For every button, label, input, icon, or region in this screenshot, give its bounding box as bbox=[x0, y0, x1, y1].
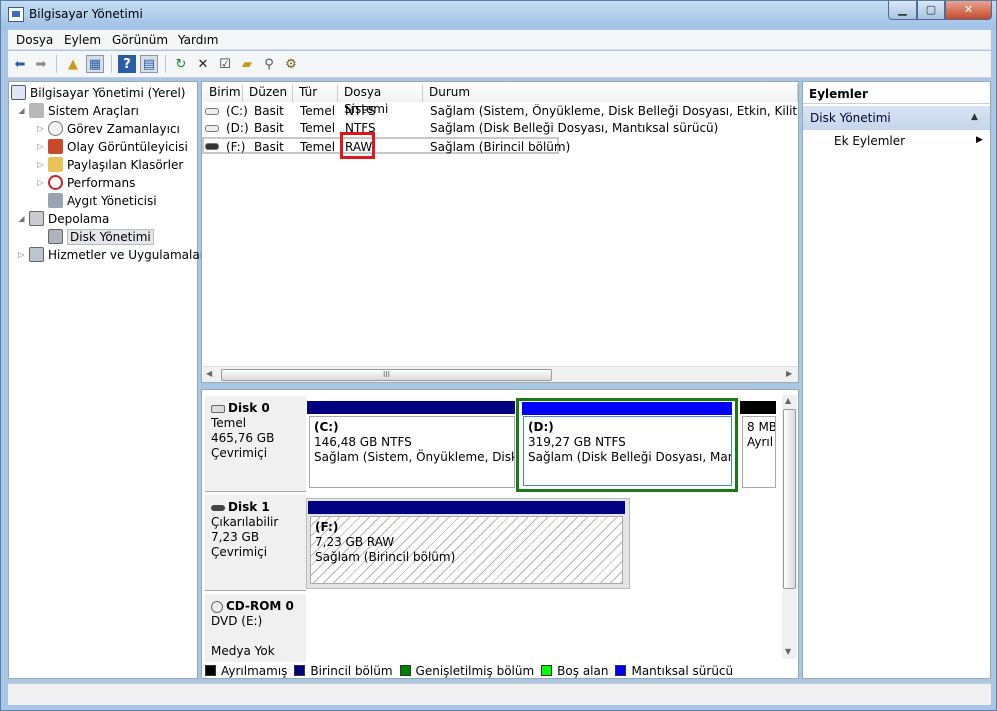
actions-title: Eylemler bbox=[803, 82, 990, 104]
menu-yardim[interactable]: Yardım bbox=[178, 33, 218, 47]
menu-gorunum[interactable]: Görünüm bbox=[112, 33, 168, 47]
up-folder-icon[interactable]: ▲ bbox=[64, 55, 82, 73]
actions-pane: Eylemler Disk Yönetimi ▲ Ek Eylemler ▶ bbox=[802, 81, 991, 679]
computer-management-icon bbox=[8, 7, 24, 22]
performance-icon bbox=[48, 175, 63, 190]
volume-list: Birim Düzen Tür Dosya Sistemi Durum (C:)… bbox=[201, 81, 799, 383]
properties-icon[interactable]: ☑ bbox=[216, 55, 234, 73]
close-button[interactable]: ✕ bbox=[945, 1, 992, 20]
disk-settings-icon[interactable]: ⚙ bbox=[282, 55, 300, 73]
tree-item-performans[interactable]: ▷ Performans bbox=[36, 174, 135, 191]
computer-icon bbox=[11, 85, 26, 100]
window-title: Bilgisayar Yönetimi bbox=[29, 7, 143, 21]
legend-item: Ayrılmamış bbox=[205, 664, 287, 678]
scroll-left-icon[interactable]: ◀ bbox=[206, 369, 212, 378]
disk-0-label[interactable]: Disk 0 Temel 465,76 GB Çevrimiçi bbox=[205, 396, 306, 492]
menu-eylem[interactable]: Eylem bbox=[64, 33, 101, 47]
forward-arrow-icon[interactable]: ➡ bbox=[32, 55, 50, 73]
tree-item-depolama[interactable]: ◢ Depolama bbox=[17, 210, 109, 227]
legend-item: Genişletilmiş bölüm bbox=[399, 664, 534, 678]
scroll-thumb[interactable]: III bbox=[221, 369, 552, 381]
volume-icon bbox=[205, 125, 219, 132]
event-viewer-icon bbox=[48, 139, 63, 154]
collapse-icon[interactable]: ◢ bbox=[17, 214, 26, 223]
expand-icon[interactable]: ▷ bbox=[36, 124, 45, 133]
tree-item-gorev[interactable]: ▷ Görev Zamanlayıcı bbox=[36, 120, 180, 137]
tree-item-olay[interactable]: ▷ Olay Görüntüleyicisi bbox=[36, 138, 188, 155]
table-row[interactable]: (D:) Basit Temel NTFS Sağlam (Disk Belle… bbox=[203, 120, 798, 137]
menu-bar: Dosya Eylem Görünüm Yardım bbox=[8, 30, 991, 50]
collapse-up-icon[interactable]: ▲ bbox=[971, 112, 978, 122]
delete-icon[interactable]: ✕ bbox=[194, 55, 212, 73]
table-row[interactable]: (C:) Basit Temel NTFS Sağlam (Sistem, Ön… bbox=[203, 103, 798, 120]
volume-icon bbox=[205, 108, 219, 115]
tools-icon bbox=[29, 103, 44, 118]
expand-icon[interactable]: ▷ bbox=[36, 160, 45, 169]
scroll-thumb[interactable] bbox=[783, 409, 796, 589]
open-folder-icon[interactable]: ▰ bbox=[238, 55, 256, 73]
console-tree: Bilgisayar Yönetimi (Yerel) ◢ Sistem Ara… bbox=[8, 81, 205, 679]
clock-icon bbox=[48, 121, 63, 136]
removable-volume-icon bbox=[205, 143, 219, 150]
table-row-selected[interactable]: (F:) Basit Temel RAW Sağlam (Birincil bö… bbox=[202, 137, 570, 154]
storage-icon bbox=[29, 211, 44, 226]
cdrom-0-label[interactable]: CD-ROM 0 DVD (E:) Medya Yok bbox=[205, 594, 306, 662]
tree-item-disk-yonetimi[interactable]: Disk Yönetimi bbox=[48, 228, 154, 245]
submenu-arrow-icon[interactable]: ▶ bbox=[976, 135, 983, 145]
horizontal-scrollbar[interactable]: ◀ III ▶ bbox=[203, 366, 798, 382]
action-ek-eylemler[interactable]: Ek Eylemler bbox=[834, 134, 905, 148]
disk-icon bbox=[48, 229, 63, 244]
refresh-icon[interactable]: ↻ bbox=[172, 55, 190, 73]
removable-disk-icon bbox=[211, 504, 225, 511]
partition-f[interactable]: (F:) 7,23 GB RAW Sağlam (Birincil bölüm) bbox=[310, 516, 623, 584]
col-dosya-sistemi[interactable]: Dosya Sistemi bbox=[338, 84, 423, 116]
console-tree-icon[interactable]: ▦ bbox=[86, 55, 104, 73]
tree-item-sistem[interactable]: ◢ Sistem Araçları bbox=[17, 102, 139, 119]
partition-c[interactable]: (C:) 146,48 GB NTFS Sağlam (Sistem, Önyü… bbox=[309, 416, 515, 488]
maximize-button[interactable]: ▢ bbox=[917, 1, 945, 20]
scroll-up-icon[interactable]: ▲ bbox=[785, 396, 791, 405]
legend-item: Boş alan bbox=[541, 664, 608, 678]
tree-item-paylasilan[interactable]: ▷ Paylaşılan Klasörler bbox=[36, 156, 183, 173]
vertical-scrollbar[interactable]: ▲ ▼ bbox=[782, 395, 797, 659]
menu-dosya[interactable]: Dosya bbox=[16, 33, 53, 47]
toolbar: ⬅ ➡ ▲ ▦ ? ▤ ↻ ✕ ☑ ▰ ⚲ ⚙ bbox=[8, 51, 991, 78]
main-window: Bilgisayar Yönetimi ▁ ▢ ✕ Dosya Eylem Gö… bbox=[0, 0, 997, 711]
scroll-right-icon[interactable]: ▶ bbox=[786, 369, 792, 378]
title-bar[interactable]: Bilgisayar Yönetimi ▁ ▢ ✕ bbox=[1, 1, 996, 29]
col-birim[interactable]: Birim bbox=[203, 84, 243, 102]
scroll-down-icon[interactable]: ▼ bbox=[785, 647, 791, 656]
partition-d[interactable]: (D:) 319,27 GB NTFS Sağlam (Disk Belleği… bbox=[523, 416, 732, 486]
raw-highlight-box bbox=[340, 132, 375, 159]
legend-item: Birincil bölüm bbox=[294, 664, 393, 678]
collapse-icon[interactable]: ◢ bbox=[17, 106, 26, 115]
back-arrow-icon[interactable]: ⬅ bbox=[11, 55, 29, 73]
minimize-button[interactable]: ▁ bbox=[888, 1, 917, 20]
action-pane-icon[interactable]: ▤ bbox=[140, 55, 158, 73]
col-duzen[interactable]: Düzen bbox=[243, 84, 293, 102]
status-bar bbox=[8, 683, 991, 705]
device-manager-icon bbox=[48, 193, 63, 208]
legend-item: Mantıksal sürücü bbox=[615, 664, 733, 678]
tree-item-aygit[interactable]: Aygıt Yöneticisi bbox=[48, 192, 157, 209]
search-icon[interactable]: ⚲ bbox=[260, 55, 278, 73]
actions-section-disk-yonetimi[interactable]: Disk Yönetimi ▲ bbox=[803, 106, 990, 130]
tree-item-root[interactable]: Bilgisayar Yönetimi (Yerel) bbox=[11, 84, 185, 101]
expand-icon[interactable]: ▷ bbox=[36, 142, 45, 151]
tree-item-hizmetler[interactable]: ▷ Hizmetler ve Uygulamalar bbox=[17, 246, 205, 263]
hard-disk-icon bbox=[211, 404, 225, 413]
cd-icon bbox=[211, 600, 223, 613]
disk-1-label[interactable]: Disk 1 Çıkarılabilir 7,23 GB Çevrimiçi bbox=[205, 495, 306, 591]
legend: Ayrılmamış Birincil bölüm Genişletilmiş … bbox=[205, 662, 783, 679]
partition-unallocated[interactable]: 8 MB Ayrıl bbox=[742, 416, 776, 488]
expand-icon[interactable]: ▷ bbox=[17, 250, 26, 259]
help-icon[interactable]: ? bbox=[118, 55, 136, 73]
shared-folder-icon bbox=[48, 157, 63, 172]
services-icon bbox=[29, 247, 44, 262]
col-tur[interactable]: Tür bbox=[293, 84, 338, 102]
col-durum[interactable]: Durum bbox=[423, 84, 798, 102]
disk-map: Disk 0 Temel 465,76 GB Çevrimiçi (C:) 14… bbox=[201, 389, 799, 679]
expand-icon[interactable]: ▷ bbox=[36, 178, 45, 187]
